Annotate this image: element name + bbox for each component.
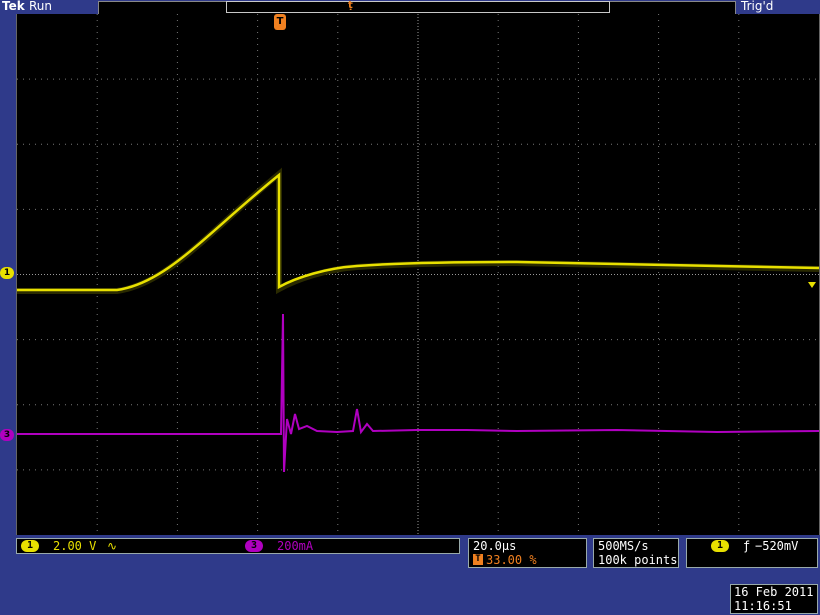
trigger-position-value: 33.00 % [486, 553, 537, 567]
date-time-panel: 16 Feb 2011 11:16:51 [730, 584, 818, 614]
ch3-scale: 200mA [277, 539, 314, 553]
ch3-badge: 3 [245, 540, 263, 552]
trigger-position-marker[interactable]: T [274, 14, 286, 30]
horizontal-scale: 20.0µs [473, 539, 517, 553]
trigger-panel[interactable]: 1 ƒ −520mV [686, 538, 818, 568]
trigger-position-icon: T [473, 554, 483, 565]
channel-readout-panel[interactable]: 1 2.00 V ∿ 3 200mA [16, 538, 460, 554]
trigger-level-arrow-icon[interactable] [808, 282, 816, 288]
brand-label: Tek [2, 0, 25, 13]
record-trigger-icon: ṭ [348, 0, 353, 11]
ch3-ground-marker[interactable]: 3 [0, 429, 14, 441]
record-length: 100k points [598, 553, 678, 567]
date: 16 Feb 2011 [734, 585, 814, 599]
sample-rate: 500MS/s [598, 539, 649, 553]
ch1-ground-marker[interactable]: 1 [0, 267, 14, 279]
graticule [17, 14, 819, 535]
trigger-slope-icon: ƒ [743, 539, 751, 553]
ch1-coupling-icon: ∿ [107, 539, 118, 553]
trigger-status: Trig'd [741, 0, 774, 13]
trigger-source-badge: 1 [711, 540, 729, 552]
ch1-scale: 2.00 V [53, 539, 97, 553]
time: 11:16:51 [734, 599, 792, 613]
ch1-badge: 1 [21, 540, 39, 552]
waveform-display[interactable] [16, 14, 820, 535]
timebase-panel[interactable]: 20.0µs T 33.00 % [468, 538, 587, 568]
acquisition-panel[interactable]: 500MS/s 100k points [593, 538, 679, 568]
acquisition-status: Run [29, 0, 53, 13]
record-view-window[interactable] [226, 1, 610, 13]
trigger-level: −520mV [755, 539, 799, 553]
